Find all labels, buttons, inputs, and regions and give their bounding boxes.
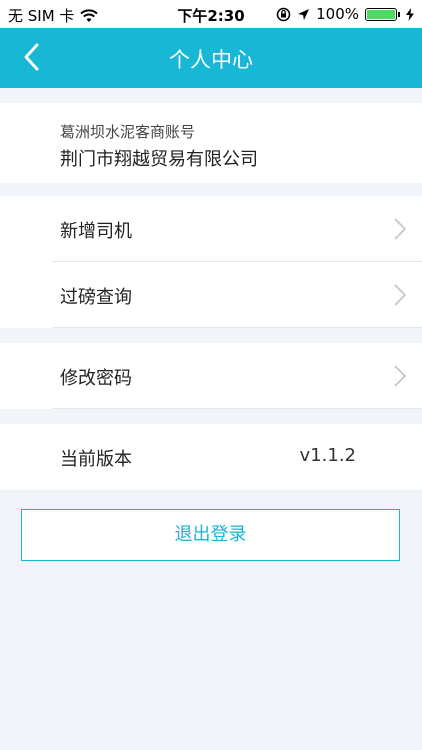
change-password-row[interactable]: 修改密码 [0,343,422,409]
account-card: 葛洲坝水泥客商账号 荆门市翔越贸易有限公司 [0,103,422,183]
add-driver-row[interactable]: 新增司机 [0,196,422,262]
row-divider [52,408,422,409]
row-divider [52,327,422,328]
charging-bolt-icon [406,7,414,21]
add-driver-label: 新增司机 [60,221,132,242]
rotation-lock-icon [276,7,291,21]
battery-icon [365,7,397,21]
version-section: 当前版本 v1.1.2 [0,424,422,490]
chevron-right-icon [394,218,406,240]
version-value: v1.1.2 [299,445,356,466]
menu-section-security: 修改密码 [0,343,422,409]
version-row: 当前版本 v1.1.2 [0,424,422,490]
chevron-right-icon [394,284,406,306]
page-title: 个人中心 [169,48,253,72]
version-label: 当前版本 [60,449,132,470]
change-password-label: 修改密码 [60,368,132,389]
battery-percent: 100% [316,5,359,23]
chevron-right-icon [394,365,406,387]
status-right: 100% [276,5,414,23]
company-name: 荆门市翔越贸易有限公司 [60,149,258,170]
weigh-query-label: 过磅查询 [60,287,132,308]
account-type-label: 葛洲坝水泥客商账号 [60,123,196,141]
weigh-query-row[interactable]: 过磅查询 [0,262,422,328]
location-arrow-icon [298,8,310,20]
status-bar: 无 SIM 卡 下午2:30 100% [0,0,422,28]
menu-section-primary: 新增司机 过磅查询 [0,196,422,328]
logout-button[interactable]: 退出登录 [21,509,400,561]
nav-bar: 个人中心 [0,28,422,88]
screen: 无 SIM 卡 下午2:30 100% 个人中心 葛洲坝水泥客商账号 荆门市翔越… [0,0,422,750]
battery-cap [398,11,400,17]
